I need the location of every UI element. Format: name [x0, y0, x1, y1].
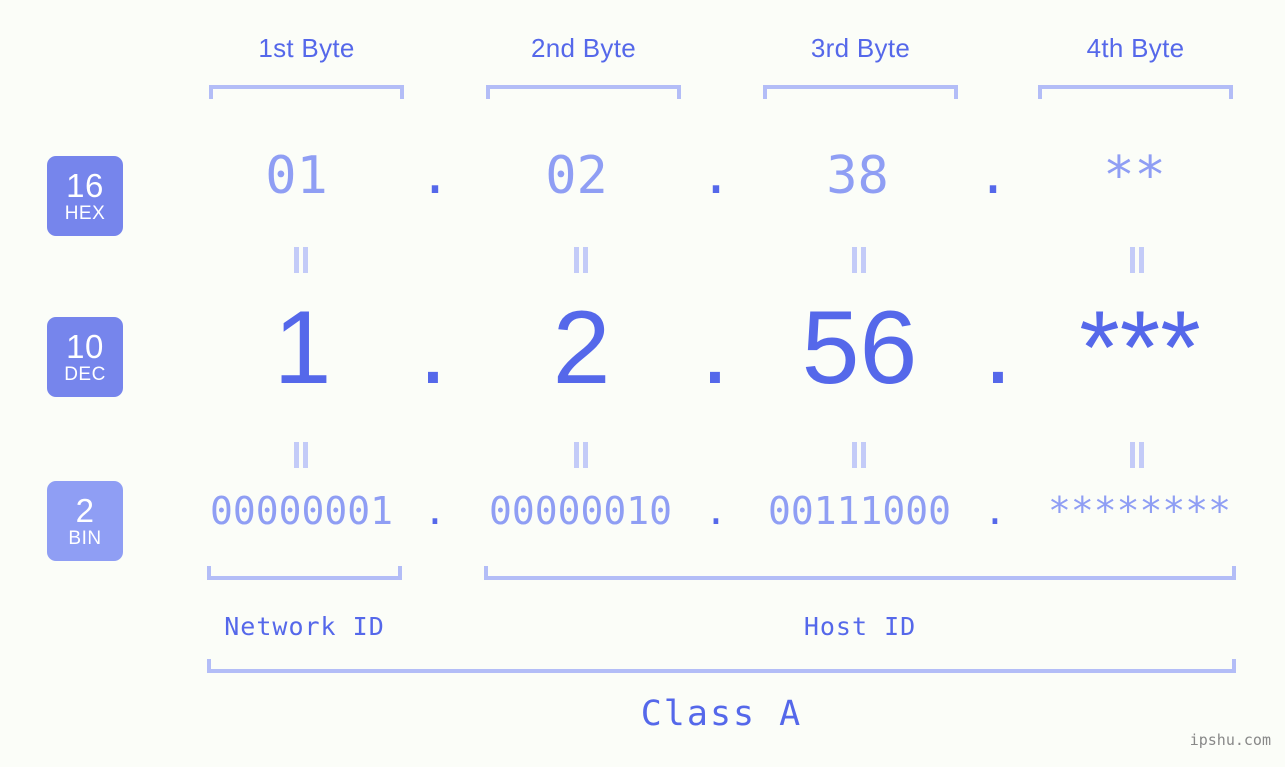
- radix-badge-dec-system: DEC: [64, 364, 106, 385]
- byte-header-label-1: 1st Byte: [258, 33, 355, 63]
- radix-badge-hex-system: HEX: [64, 203, 106, 224]
- radix-badge-dec-number: 10: [66, 328, 104, 365]
- equals-separator-hex-dec-3: [850, 247, 868, 273]
- radix-badge-bin-number: 2: [75, 492, 95, 529]
- hex-separator-2: .: [700, 146, 732, 206]
- byte-header-label-3: 3rd Byte: [810, 33, 911, 63]
- dec-separator-1: .: [418, 290, 448, 406]
- byte-bracket-4: [1038, 85, 1233, 99]
- bin-octet-4: ********: [1047, 489, 1232, 533]
- hex-separator-3: .: [977, 146, 1009, 206]
- byte-bracket-1: [209, 85, 404, 99]
- network-id-label: Network ID: [224, 612, 385, 641]
- hex-separator-1: .: [419, 146, 451, 206]
- host-id-label: Host ID: [803, 612, 917, 641]
- equals-separator-dec-bin-3: [850, 442, 868, 468]
- radix-badge-bin: 2 BIN: [47, 481, 123, 561]
- equals-separator-dec-bin-4: [1128, 442, 1146, 468]
- bin-separator-3: .: [983, 489, 1007, 533]
- dec-separator-3: .: [983, 290, 1013, 406]
- byte-bracket-3: [763, 85, 958, 99]
- byte-bracket-2: [486, 85, 681, 99]
- class-label: Class A: [640, 694, 803, 734]
- equals-separator-dec-bin-2: [572, 442, 590, 468]
- network-id-bracket: [207, 566, 402, 580]
- ip-breakdown-diagram: 1st Byte 2nd Byte 3rd Byte 4th Byte 16 H…: [0, 0, 1285, 767]
- radix-badge-hex: 16 HEX: [47, 156, 123, 236]
- hex-octet-1: 01: [265, 146, 328, 206]
- dec-octet-4: ***: [1079, 290, 1201, 406]
- site-watermark: ipshu.com: [1189, 731, 1271, 749]
- dec-separator-2: .: [700, 290, 730, 406]
- dec-octet-3: 56: [801, 290, 918, 406]
- class-bracket: [207, 659, 1236, 673]
- bin-octet-3: 00111000: [767, 489, 952, 533]
- hex-octet-4: **: [1103, 146, 1166, 206]
- equals-separator-dec-bin-1: [292, 442, 310, 468]
- equals-separator-hex-dec-2: [572, 247, 590, 273]
- bin-octet-2: 00000010: [488, 489, 673, 533]
- equals-separator-hex-dec-1: [292, 247, 310, 273]
- host-id-bracket: [484, 566, 1236, 580]
- dec-octet-1: 1: [273, 290, 332, 406]
- byte-header-label-2: 2nd Byte: [530, 33, 637, 63]
- hex-octet-2: 02: [545, 146, 608, 206]
- dec-octet-2: 2: [552, 290, 611, 406]
- bin-separator-1: .: [423, 489, 447, 533]
- byte-header-label-4: 4th Byte: [1086, 33, 1185, 63]
- hex-octet-3: 38: [826, 146, 889, 206]
- radix-badge-dec: 10 DEC: [47, 317, 123, 397]
- radix-badge-bin-system: BIN: [68, 528, 102, 549]
- bin-separator-2: .: [704, 489, 728, 533]
- bin-octet-1: 00000001: [209, 489, 394, 533]
- equals-separator-hex-dec-4: [1128, 247, 1146, 273]
- radix-badge-hex-number: 16: [66, 167, 104, 204]
